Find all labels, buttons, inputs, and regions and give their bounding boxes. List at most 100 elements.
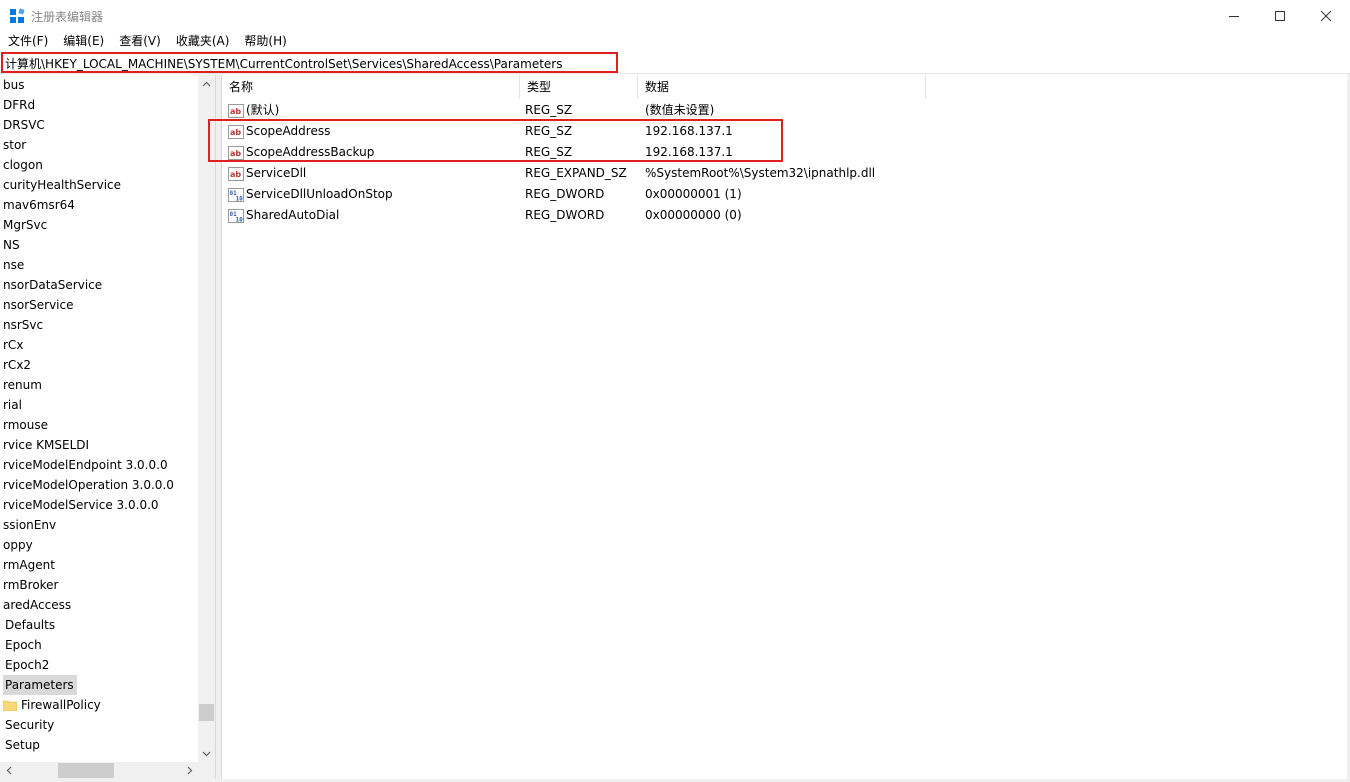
- folder-icon: [3, 700, 17, 711]
- value-row[interactable]: ab ServiceDll REG_EXPAND_SZ %SystemRoot%…: [222, 163, 1122, 184]
- close-icon: [1320, 10, 1332, 21]
- tree-item[interactable]: Setup: [5, 735, 40, 755]
- minimize-icon: [1229, 15, 1239, 17]
- maximize-icon: [1275, 10, 1285, 21]
- value-row[interactable]: ab (默认) REG_SZ (数值未设置): [222, 100, 1122, 121]
- tree-item[interactable]: stor: [3, 135, 26, 155]
- value-type: REG_DWORD: [525, 208, 605, 222]
- tree-item[interactable]: rCx2: [3, 355, 31, 375]
- tree-item[interactable]: nsrSvc: [3, 315, 43, 335]
- svg-text:10: 10: [236, 195, 244, 202]
- tree-item[interactable]: rvice KMSELDI: [3, 435, 89, 455]
- tree-item-label: FirewallPolicy: [21, 698, 101, 712]
- tree-horizontal-scrollbar[interactable]: [0, 762, 198, 779]
- tree-item[interactable]: rviceModelOperation 3.0.0.0: [3, 475, 174, 495]
- tree-item[interactable]: oppy: [3, 535, 33, 555]
- binary-value-icon: 0110: [228, 208, 244, 223]
- tree-item[interactable]: renum: [3, 375, 42, 395]
- chevron-left-icon: [6, 766, 11, 775]
- tree-item[interactable]: DRSVC: [3, 115, 45, 135]
- maximize-button[interactable]: [1257, 0, 1303, 31]
- value-type: REG_DWORD: [525, 187, 605, 201]
- address-highlight-box: [1, 52, 618, 73]
- tree-item[interactable]: Epoch2: [5, 655, 49, 675]
- value-type: REG_EXPAND_SZ: [525, 166, 627, 180]
- tree-item[interactable]: nse: [3, 255, 24, 275]
- value-name-cell: 01 10 SharedAutoDial: [228, 205, 339, 226]
- tree-item[interactable]: Security: [5, 715, 54, 735]
- value-data: (数值未设置): [645, 103, 715, 117]
- scroll-thumb[interactable]: [58, 763, 114, 778]
- value-name: SharedAutoDial: [246, 208, 340, 222]
- scroll-left-button[interactable]: [0, 762, 17, 779]
- menu-bar: 文件(F) 编辑(E) 查看(V) 收藏夹(A) 帮助(H): [0, 31, 1350, 51]
- value-name-cell: ab ServiceDll: [228, 163, 306, 184]
- tree-item[interactable]: Epoch: [5, 635, 42, 655]
- column-header-type[interactable]: 类型: [520, 75, 638, 99]
- tree-item-firewallpolicy[interactable]: FirewallPolicy: [3, 695, 101, 715]
- tree-item[interactable]: bus: [3, 75, 24, 95]
- value-name: ServiceDllUnloadOnStop: [246, 187, 393, 201]
- menu-favorites[interactable]: 收藏夹(A): [168, 31, 237, 51]
- tree-item[interactable]: nsorService: [3, 295, 73, 315]
- column-header-name[interactable]: 名称: [222, 75, 520, 99]
- tree-vertical-scrollbar[interactable]: [198, 75, 215, 762]
- tree-item[interactable]: Defaults: [5, 615, 55, 635]
- string-value-icon: ab: [228, 166, 244, 181]
- tree-item[interactable]: nsorDataService: [3, 275, 102, 295]
- tree-item[interactable]: aredAccess: [3, 595, 71, 615]
- tree-item[interactable]: curityHealthService: [3, 175, 121, 195]
- scroll-thumb[interactable]: [199, 704, 214, 721]
- value-data: 0x00000000 (0): [645, 208, 742, 222]
- string-value-icon: ab: [228, 103, 244, 118]
- value-type: REG_SZ: [525, 103, 573, 117]
- tree-item[interactable]: DFRd: [3, 95, 35, 115]
- tree-item[interactable]: MgrSvc: [3, 215, 47, 235]
- tree-item[interactable]: rviceModelEndpoint 3.0.0.0: [3, 455, 168, 475]
- scroll-down-button[interactable]: [198, 745, 215, 762]
- tree-item[interactable]: rCx: [3, 335, 23, 355]
- chevron-down-icon: [202, 751, 211, 756]
- tree-item[interactable]: rmBroker: [3, 575, 59, 595]
- minimize-button[interactable]: [1211, 0, 1257, 31]
- menu-view[interactable]: 查看(V): [111, 31, 168, 51]
- scope-address-highlight-box: [208, 119, 783, 162]
- value-name-cell: 01 10 ServiceDllUnloadOnStop: [228, 184, 393, 205]
- value-name-cell: ab (默认): [228, 100, 279, 121]
- values-list[interactable]: 名称 类型 数据 ab (默认) REG_SZ (数值未设置) ab Scope…: [221, 75, 1348, 780]
- registry-editor-icon: [10, 8, 25, 23]
- menu-file[interactable]: 文件(F): [0, 31, 55, 51]
- svg-text:ab: ab: [230, 170, 241, 179]
- value-row[interactable]: 01 10 SharedAutoDial REG_DWORD 0x00000000…: [222, 205, 1122, 226]
- svg-text:10: 10: [236, 216, 244, 223]
- scrollbar-corner: [198, 762, 215, 779]
- menu-edit[interactable]: 编辑(E): [55, 31, 111, 51]
- svg-text:ab: ab: [230, 107, 241, 116]
- tree-item[interactable]: NS: [3, 235, 20, 255]
- value-row[interactable]: 01 10 ServiceDllUnloadOnStop REG_DWORD 0x…: [222, 184, 1122, 205]
- value-data: 0x00000001 (1): [645, 187, 742, 201]
- key-tree[interactable]: bus DFRd DRSVC stor clogon curityHealthS…: [0, 75, 216, 780]
- value-name: ServiceDll: [246, 166, 307, 180]
- menu-help[interactable]: 帮助(H): [236, 31, 293, 51]
- scroll-up-button[interactable]: [198, 75, 215, 92]
- tree-item[interactable]: rviceModelService 3.0.0.0: [3, 495, 159, 515]
- tree-item[interactable]: clogon: [3, 155, 43, 175]
- value-name: (默认): [246, 103, 280, 117]
- close-button[interactable]: [1303, 0, 1349, 31]
- window-title: 注册表编辑器: [31, 10, 104, 24]
- tree-item[interactable]: ssionEnv: [3, 515, 56, 535]
- address-bar[interactable]: 计算机\HKEY_LOCAL_MACHINE\SYSTEM\CurrentCon…: [0, 51, 1350, 74]
- chevron-right-icon: [187, 766, 192, 775]
- value-data: %SystemRoot%\System32\ipnathlp.dll: [645, 166, 876, 180]
- tree-item[interactable]: mav6msr64: [3, 195, 75, 215]
- tree-item[interactable]: rial: [3, 395, 22, 415]
- chevron-up-icon: [202, 81, 211, 86]
- scroll-right-button[interactable]: [181, 762, 198, 779]
- binary-value-icon: 0110: [228, 187, 244, 202]
- column-header-data[interactable]: 数据: [638, 75, 926, 99]
- tree-item-parameters-selected[interactable]: Parameters: [3, 675, 77, 695]
- tree-item[interactable]: rmAgent: [3, 555, 55, 575]
- tree-item[interactable]: rmouse: [3, 415, 48, 435]
- title-bar[interactable]: 注册表编辑器: [0, 0, 1350, 31]
